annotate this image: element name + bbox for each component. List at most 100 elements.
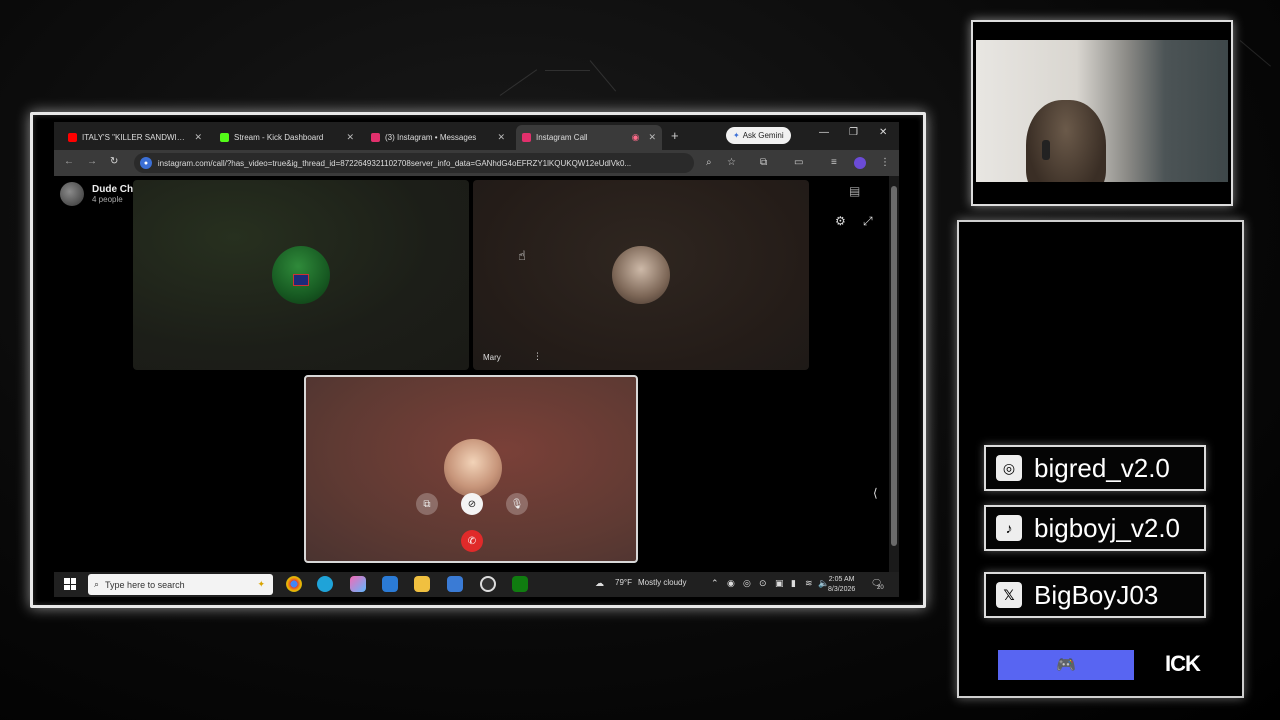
tray-app-icon[interactable]: ◉ bbox=[727, 578, 735, 589]
youtube-icon bbox=[68, 133, 77, 142]
end-call-button[interactable]: ✆ bbox=[461, 530, 483, 552]
tiktok-icon: ♪ bbox=[996, 515, 1022, 541]
obs-icon[interactable] bbox=[480, 576, 496, 592]
close-tab-icon[interactable]: ✕ bbox=[194, 132, 202, 143]
recording-icon: ◉ bbox=[631, 132, 640, 142]
microphone-icon: ● bbox=[140, 157, 152, 169]
decor-line bbox=[1239, 40, 1271, 67]
tab-title: ITALY'S "KILLER SANDWICH C bbox=[82, 133, 190, 142]
instagram-icon: ◎ bbox=[996, 455, 1022, 481]
chrome-icon[interactable] bbox=[286, 576, 302, 592]
forward-button[interactable]: → bbox=[87, 156, 97, 167]
tray-app-icon[interactable]: ⊙ bbox=[759, 578, 767, 589]
zoom-icon[interactable]: ⌕ bbox=[706, 157, 712, 168]
windows-taskbar: ⌕ Type here to search ✦ ☁ 79°F Mostly cl… bbox=[54, 572, 899, 597]
bookmark-star-icon[interactable]: ☆ bbox=[727, 157, 736, 168]
camera-off-button[interactable]: ⊘ bbox=[461, 493, 483, 515]
decor-line bbox=[545, 70, 590, 71]
ask-gemini-label: Ask Gemini bbox=[742, 131, 784, 140]
tab-title: Stream - Kick Dashboard bbox=[234, 133, 324, 142]
scrollbar-thumb[interactable] bbox=[891, 186, 897, 546]
instagram-icon bbox=[522, 133, 531, 142]
tray-app-icon[interactable]: ◎ bbox=[743, 578, 751, 589]
discord-icon: 🎮 bbox=[1056, 657, 1076, 674]
headset-icon bbox=[1042, 140, 1050, 160]
self-view-tile[interactable]: ⧉ ⊘ 🎙 ✆ bbox=[304, 375, 638, 563]
url-text: instagram.com/call/?has_video=true&ig_th… bbox=[157, 158, 632, 168]
gemini-icon: ✦ bbox=[733, 131, 740, 140]
wifi-icon[interactable]: ≋ bbox=[805, 578, 813, 589]
notification-count: 20 bbox=[877, 585, 884, 591]
extensions-icon[interactable]: ⧉ bbox=[760, 157, 767, 168]
ask-gemini-button[interactable]: ✦ Ask Gemini bbox=[726, 127, 791, 144]
browser-window: ITALY'S "KILLER SANDWICH C ✕ Stream - Ki… bbox=[54, 122, 899, 597]
microphone-button[interactable]: 🎙 bbox=[506, 493, 528, 515]
close-tab-icon[interactable]: ✕ bbox=[346, 132, 354, 143]
tab-instagram-call[interactable]: Instagram Call ◉ ✕ bbox=[516, 125, 662, 150]
edge-icon[interactable] bbox=[317, 576, 333, 592]
tray-app-icon[interactable]: ▣ bbox=[775, 578, 784, 589]
more-options-icon[interactable]: ⋮ bbox=[533, 351, 542, 362]
new-tab-button[interactable]: + bbox=[671, 128, 679, 143]
copilot-icon[interactable] bbox=[350, 576, 366, 592]
menu-icon[interactable]: ⋮ bbox=[880, 157, 890, 168]
close-tab-icon[interactable]: ✕ bbox=[497, 132, 505, 143]
self-avatar bbox=[444, 439, 502, 497]
x-handle-box: 𝕏 BigBoyJ03 bbox=[984, 572, 1206, 618]
decor-line bbox=[589, 60, 617, 92]
fullscreen-icon[interactable]: ⤢ bbox=[863, 214, 873, 229]
microsoft-store-icon[interactable] bbox=[447, 576, 463, 592]
close-window-button[interactable]: ✕ bbox=[879, 127, 887, 138]
clock-time: 2:05 AM bbox=[828, 576, 855, 583]
reload-button[interactable]: ↻ bbox=[110, 156, 118, 167]
tab-youtube[interactable]: ITALY'S "KILLER SANDWICH C ✕ bbox=[62, 125, 208, 150]
taskbar-clock[interactable]: 2:05 AM 8/3/2026 bbox=[828, 575, 855, 595]
profile-avatar-icon[interactable] bbox=[854, 157, 866, 169]
tab-bar: ITALY'S "KILLER SANDWICH C ✕ Stream - Ki… bbox=[54, 122, 899, 150]
share-screen-button[interactable]: ⧉ bbox=[416, 493, 438, 515]
settings-gear-icon[interactable]: ⚙ bbox=[835, 214, 846, 228]
windows-start-icon[interactable] bbox=[64, 578, 76, 590]
tab-instagram-messages[interactable]: (3) Instagram • Messages ✕ bbox=[365, 125, 511, 150]
xbox-icon[interactable] bbox=[512, 576, 528, 592]
page-scrollbar[interactable] bbox=[889, 176, 899, 572]
browser-toolbar: ← → ↻ ● instagram.com/call/?has_video=tr… bbox=[54, 150, 899, 176]
tiktok-handle-box: ♪ bigboyj_v2.0 bbox=[984, 505, 1206, 551]
instagram-call-page: Dude Chill Just Chill 4 people Mary ⋮ ⧉ … bbox=[54, 176, 889, 572]
taskbar-search-box[interactable]: ⌕ Type here to search ✦ bbox=[88, 574, 273, 595]
participant-tile-mary[interactable]: Mary ⋮ bbox=[473, 180, 809, 370]
kick-logo: ICK bbox=[1165, 651, 1201, 676]
address-bar[interactable]: ● instagram.com/call/?has_video=true&ig_… bbox=[134, 153, 694, 173]
close-tab-icon[interactable]: ✕ bbox=[648, 132, 656, 143]
discord-logo: 🎮 bbox=[998, 650, 1134, 680]
restore-button[interactable]: ❐ bbox=[849, 127, 858, 138]
tiktok-handle: bigboyj_v2.0 bbox=[1034, 512, 1180, 543]
expand-panel-icon[interactable]: ⟨ bbox=[873, 486, 878, 500]
weather-temp: 79°F bbox=[615, 578, 632, 587]
x-icon: 𝕏 bbox=[996, 582, 1022, 608]
tab-kick-dashboard[interactable]: Stream - Kick Dashboard ✕ bbox=[214, 125, 360, 150]
tab-search-icon[interactable]: ▭ bbox=[794, 157, 803, 168]
participant-tile[interactable] bbox=[133, 180, 469, 370]
file-explorer-icon[interactable] bbox=[414, 576, 430, 592]
search-placeholder: Type here to search bbox=[105, 579, 185, 590]
participant-name: Mary bbox=[483, 353, 501, 362]
tray-overflow-icon[interactable]: ⌃ bbox=[711, 578, 719, 589]
instagram-handle-box: ◎ bigred_v2.0 bbox=[984, 445, 1206, 491]
media-control-icon[interactable]: ≡ bbox=[831, 157, 837, 168]
search-icon: ⌕ bbox=[94, 579, 100, 589]
mail-icon[interactable] bbox=[382, 576, 398, 592]
decor-line bbox=[499, 69, 538, 96]
back-button[interactable]: ← bbox=[64, 156, 74, 167]
layout-icon[interactable]: ▤ bbox=[849, 184, 860, 198]
group-avatar bbox=[60, 182, 84, 206]
battery-icon[interactable]: ▮ bbox=[791, 578, 796, 589]
tab-title: Instagram Call bbox=[536, 133, 588, 142]
webcam-feed bbox=[976, 40, 1228, 182]
participant-avatar bbox=[612, 246, 670, 304]
weather-icon[interactable]: ☁ bbox=[595, 578, 604, 589]
weather-desc: Mostly cloudy bbox=[638, 578, 687, 587]
copilot-sparkle-icon: ✦ bbox=[257, 579, 265, 589]
instagram-handle: bigred_v2.0 bbox=[1034, 452, 1170, 483]
minimize-button[interactable]: — bbox=[819, 127, 829, 138]
